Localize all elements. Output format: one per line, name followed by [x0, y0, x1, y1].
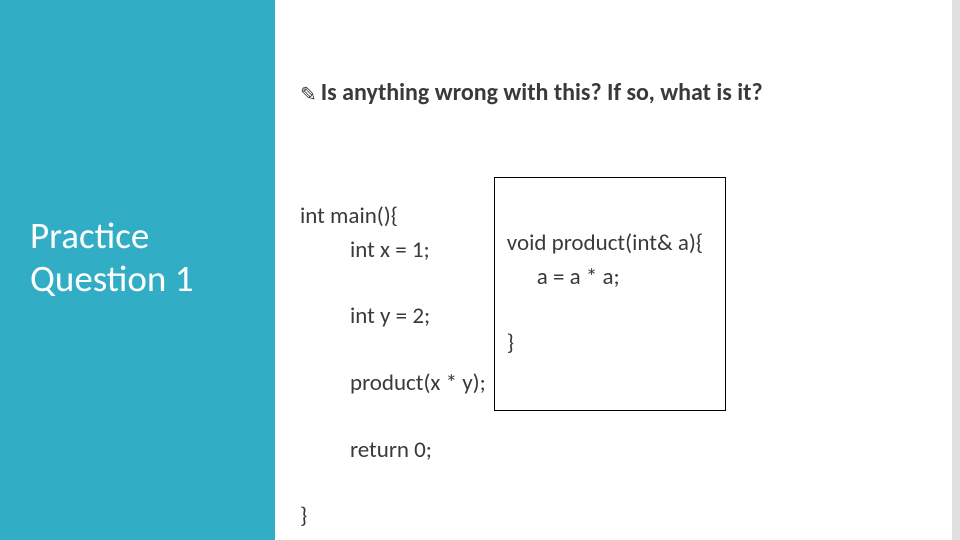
- code-main-block: int main(){ int x = 1; int y = 2; produc…: [300, 167, 486, 540]
- sidebar-panel: Practice Question 1: [0, 0, 275, 540]
- code-main-l1: int main(){: [300, 202, 398, 230]
- content-area: ✎ Is anything wrong with this? If so, wh…: [300, 78, 940, 540]
- bullet-icon: ✎: [300, 82, 317, 107]
- right-stripe: [952, 0, 960, 540]
- columns: int main(){ int x = 1; int y = 2; produc…: [300, 167, 940, 540]
- code-box-l2: a = a * a;: [507, 261, 703, 294]
- sidebar-title-line2: Question 1: [30, 256, 193, 301]
- question-line: ✎ Is anything wrong with this? If so, wh…: [300, 78, 940, 107]
- code-main-l6: }: [300, 502, 307, 530]
- code-main-l5: return 0;: [300, 434, 486, 467]
- code-box-l1: void product(int& a){: [507, 229, 703, 257]
- code-box-l3: }: [507, 329, 514, 357]
- code-main-l2: int x = 1;: [300, 234, 486, 267]
- code-main-l3: int y = 2;: [300, 300, 486, 333]
- question-text: Is anything wrong with this? If so, what…: [321, 78, 763, 107]
- sidebar-title: Practice Question 1: [30, 215, 260, 300]
- sidebar-title-line1: Practice: [30, 213, 149, 258]
- code-main-l4: product(x * y);: [300, 367, 486, 400]
- slide: Practice Question 1 ✎ Is anything wrong …: [0, 0, 960, 540]
- code-box: void product(int& a){ a = a * a; }: [494, 177, 726, 411]
